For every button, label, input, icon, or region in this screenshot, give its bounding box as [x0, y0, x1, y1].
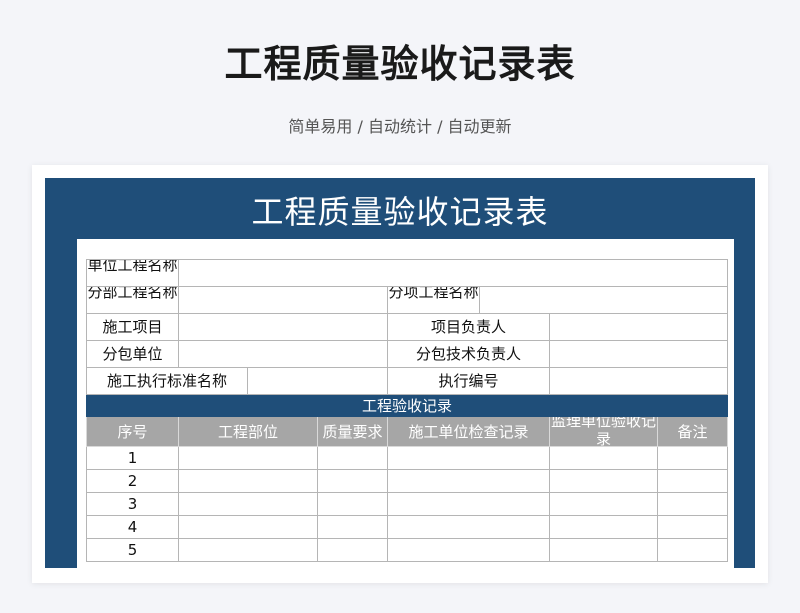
label-subcontractor: 分包单位: [86, 340, 179, 368]
cell-remarks[interactable]: [656, 446, 729, 470]
col-header-location: 工程部位: [178, 416, 318, 447]
row-index: 4: [86, 515, 179, 539]
cell-contractor-check[interactable]: [387, 538, 550, 562]
label-standard-name: 施工执行标准名称: [86, 367, 248, 395]
label-item-manager: 项目负责人: [387, 313, 550, 341]
cell-quality[interactable]: [317, 515, 388, 539]
cell-location[interactable]: [178, 515, 318, 539]
page-title: 工程质量验收记录表: [224, 42, 576, 86]
cell-contractor-check[interactable]: [387, 469, 550, 493]
cell-supervisor-record[interactable]: [549, 538, 658, 562]
value-item-manager[interactable]: [548, 313, 729, 341]
acceptance-form-table: 单位工程名称 分部工程名称 分项工程名称 施工项目 项目负责人 分包单位 分包技…: [85, 259, 729, 562]
cell-supervisor-record[interactable]: [549, 515, 658, 539]
spreadsheet-preview: 工程质量验收记录表 单位工程名称 分部工程名称 分项工程名称 施工项目 项目负责: [45, 178, 755, 568]
sheet-title: 工程质量验收记录表: [251, 193, 549, 231]
row-index: 2: [86, 469, 179, 493]
label-item-project: 分项工程名称: [387, 286, 480, 314]
row-index: 5: [86, 538, 179, 562]
value-standard-name[interactable]: [247, 367, 388, 395]
value-unit-project[interactable]: [177, 259, 729, 287]
form-row-standard: 施工执行标准名称 执行编号: [86, 367, 729, 395]
cell-contractor-check[interactable]: [387, 492, 550, 516]
form-row-construction-item: 施工项目 项目负责人: [86, 313, 729, 341]
col-header-remarks: 备注: [656, 416, 729, 447]
cell-remarks[interactable]: [656, 492, 729, 516]
value-item-project[interactable]: [478, 286, 729, 314]
cell-quality[interactable]: [317, 446, 388, 470]
form-row-unit-project: 单位工程名称: [86, 259, 729, 287]
cell-location[interactable]: [178, 446, 318, 470]
row-index: 3: [86, 492, 179, 516]
section-title: 工程验收记录: [85, 394, 729, 417]
col-header-contractor-check: 施工单位检查记录: [387, 416, 550, 447]
form-row-subcontractor: 分包单位 分包技术负责人: [86, 340, 729, 368]
table-row: 4: [86, 515, 729, 539]
value-exec-number[interactable]: [548, 367, 729, 395]
label-unit-project: 单位工程名称: [86, 259, 179, 287]
row-index: 1: [86, 446, 179, 470]
value-sub-tech-manager[interactable]: [548, 340, 729, 368]
page-tagline: 简单易用 / 自动统计 / 自动更新: [288, 117, 512, 136]
value-construction-item[interactable]: [178, 313, 388, 341]
value-subcontractor[interactable]: [178, 340, 388, 368]
cell-quality[interactable]: [317, 538, 388, 562]
col-header-index: 序号: [86, 416, 179, 447]
cell-supervisor-record[interactable]: [549, 492, 658, 516]
cell-remarks[interactable]: [656, 515, 729, 539]
label-construction-item: 施工项目: [86, 313, 179, 341]
cell-supervisor-record[interactable]: [549, 469, 658, 493]
cell-location[interactable]: [178, 538, 318, 562]
value-sub-project[interactable]: [178, 286, 388, 314]
cell-location[interactable]: [178, 469, 318, 493]
cell-supervisor-record[interactable]: [549, 446, 658, 470]
cell-contractor-check[interactable]: [387, 515, 550, 539]
table-row: 1: [86, 446, 729, 470]
table-row: 2: [86, 469, 729, 493]
col-header-supervisor-record: 监理单位验收记录: [549, 416, 658, 447]
table-row: 3: [86, 492, 729, 516]
cell-remarks[interactable]: [656, 469, 729, 493]
label-exec-number: 执行编号: [387, 367, 550, 395]
cell-quality[interactable]: [317, 469, 388, 493]
cell-location[interactable]: [178, 492, 318, 516]
form-row-sub-project: 分部工程名称 分项工程名称: [86, 286, 729, 314]
section-row: 工程验收记录: [85, 394, 729, 417]
label-sub-project: 分部工程名称: [86, 286, 179, 314]
cell-contractor-check[interactable]: [387, 446, 550, 470]
col-header-quality: 质量要求: [317, 416, 388, 447]
cell-quality[interactable]: [317, 492, 388, 516]
column-header-row: 序号 工程部位 质量要求 施工单位检查记录 监理单位验收记录 备注: [86, 416, 729, 447]
table-row: 5: [86, 538, 729, 562]
cell-remarks[interactable]: [656, 538, 729, 562]
label-sub-tech-manager: 分包技术负责人: [387, 340, 550, 368]
form-paper: 单位工程名称 分部工程名称 分项工程名称 施工项目 项目负责人 分包单位 分包技…: [77, 239, 734, 568]
